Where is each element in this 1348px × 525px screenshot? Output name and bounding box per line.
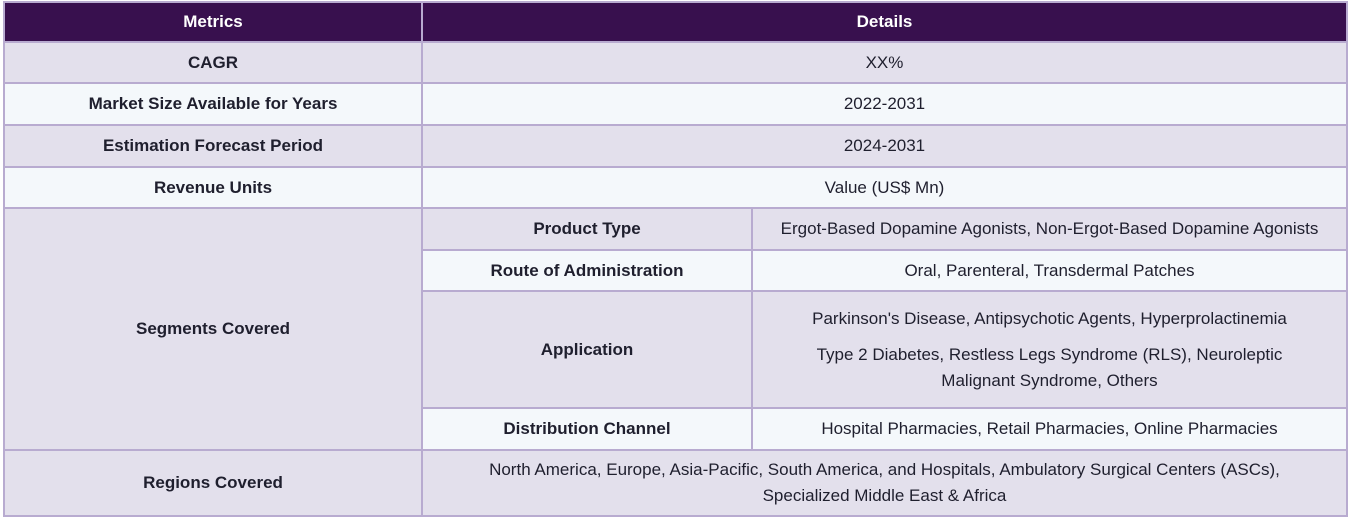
table-row: Revenue Units Value (US$ Mn) bbox=[3, 166, 1348, 209]
distribution-value: Hospital Pharmacies, Retail Pharmacies, … bbox=[751, 407, 1348, 451]
revenue-label: Revenue Units bbox=[3, 166, 423, 209]
application-label: Application bbox=[421, 290, 753, 409]
application-line-2: Type 2 Diabetes, Restless Legs Syndrome … bbox=[816, 344, 1283, 390]
market-size-label: Market Size Available for Years bbox=[3, 82, 423, 126]
header-row: Metrics Details bbox=[3, 1, 1348, 43]
table-row: Segments Covered Product Type Ergot-Base… bbox=[3, 207, 1348, 451]
application-value: Parkinson's Disease, Antipsychotic Agent… bbox=[751, 290, 1348, 409]
table-row: Regions Covered North America, Europe, A… bbox=[3, 449, 1348, 517]
table-row: Estimation Forecast Period 2024-2031 bbox=[3, 124, 1348, 168]
metrics-header: Metrics bbox=[3, 1, 423, 43]
table-row: Market Size Available for Years 2022-203… bbox=[3, 82, 1348, 126]
table-row: CAGR XX% bbox=[3, 41, 1348, 84]
regions-value: North America, Europe, Asia-Pacific, Sou… bbox=[421, 449, 1348, 517]
route-value: Oral, Parenteral, Transdermal Patches bbox=[751, 249, 1348, 292]
market-size-value: 2022-2031 bbox=[421, 82, 1348, 126]
segments-label: Segments Covered bbox=[3, 207, 423, 451]
application-line-1: Parkinson's Disease, Antipsychotic Agent… bbox=[812, 308, 1287, 328]
route-label: Route of Administration bbox=[421, 249, 753, 292]
regions-label: Regions Covered bbox=[3, 449, 423, 517]
distribution-label: Distribution Channel bbox=[421, 407, 753, 451]
report-scope-table: Metrics Details CAGR XX% Market Size Ava… bbox=[3, 1, 1348, 517]
product-type-label: Product Type bbox=[421, 207, 753, 251]
details-header: Details bbox=[421, 1, 1348, 43]
cagr-value: XX% bbox=[421, 41, 1348, 84]
forecast-label: Estimation Forecast Period bbox=[3, 124, 423, 168]
revenue-value: Value (US$ Mn) bbox=[421, 166, 1348, 209]
forecast-value: 2024-2031 bbox=[421, 124, 1348, 168]
cagr-label: CAGR bbox=[3, 41, 423, 84]
product-type-value: Ergot-Based Dopamine Agonists, Non-Ergot… bbox=[751, 207, 1348, 251]
